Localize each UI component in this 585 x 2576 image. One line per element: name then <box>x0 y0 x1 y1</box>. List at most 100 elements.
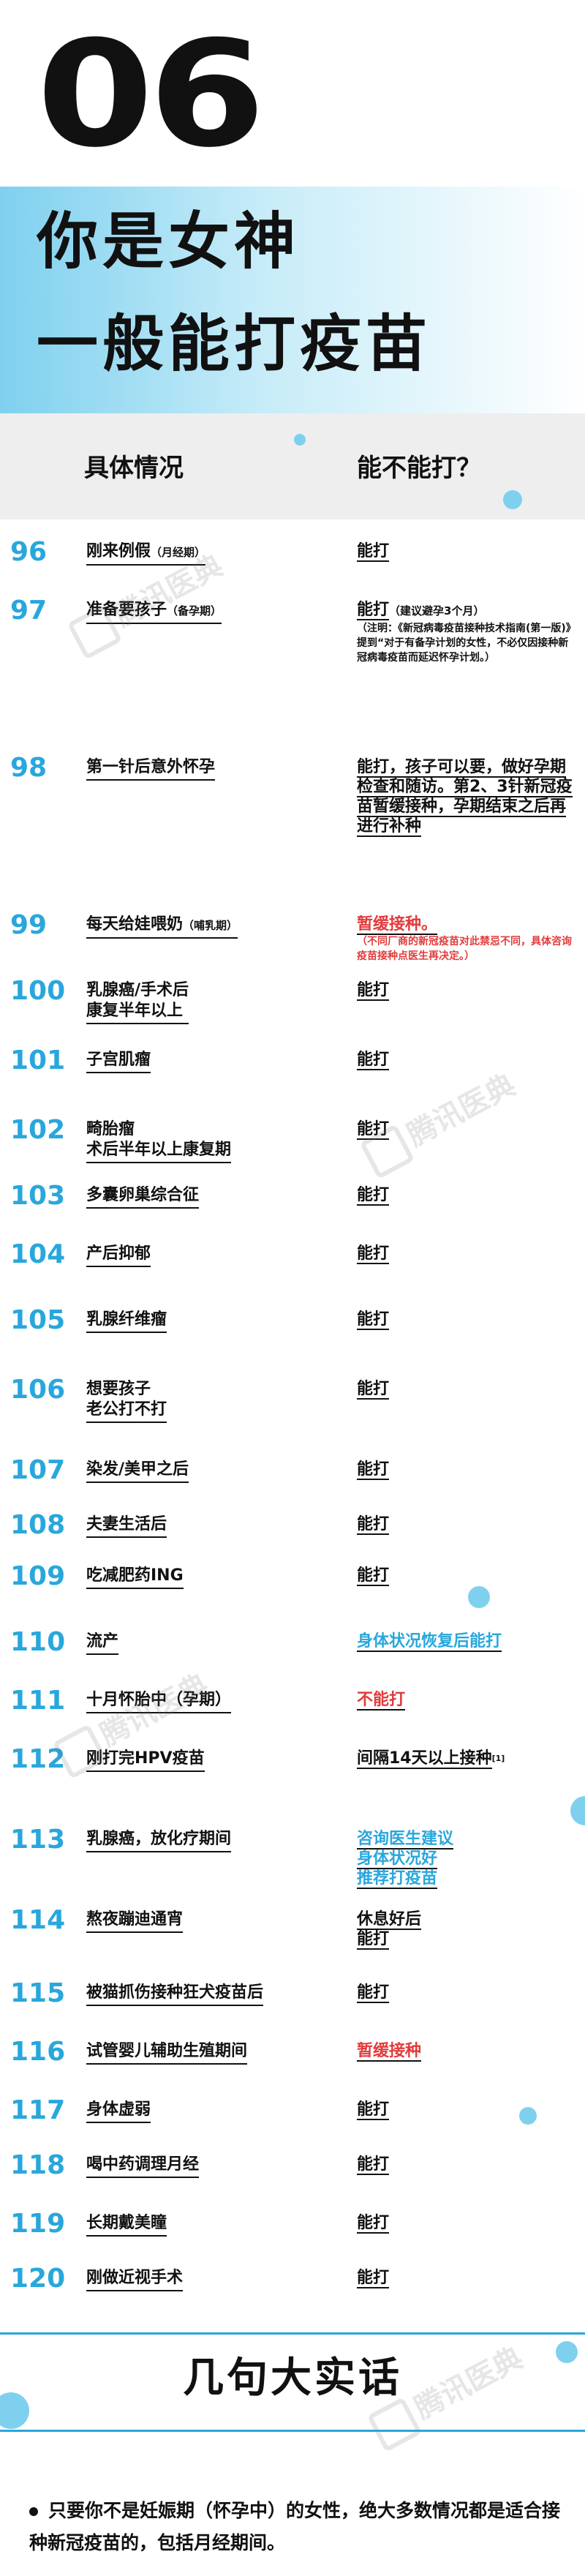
row-number: 104 <box>10 1239 66 1269</box>
answer-text: 间隔14天以上接种 <box>357 1749 492 1769</box>
answer-text: 能打 <box>357 1566 390 1586</box>
condition-text: 熬夜蹦迪通宵 <box>86 1910 184 1929</box>
condition-text: 子宫肌瘤 <box>86 1051 151 1069</box>
row-condition: 被猫抓伤接种狂犬疫苗后 <box>86 1983 264 2006</box>
condition-text: 每天给娃喂奶 <box>86 915 184 934</box>
row-number: 115 <box>10 1978 66 2008</box>
decor-dot <box>294 434 306 446</box>
answer-text: 休息好后 能打 <box>357 1910 422 1950</box>
row-answer: 能打，孩子可以要，做好孕期检查和随访。第2、3针新冠疫苗暂缓接种，孕期结束之后再… <box>357 757 576 837</box>
row-condition: 子宫肌瘤 <box>86 1050 151 1073</box>
row-answer: 能打 <box>357 1050 576 1070</box>
row-condition: 产后抑郁 <box>86 1244 151 1267</box>
row-answer: 能打 <box>357 1244 576 1264</box>
condition-text: 试管婴儿辅助生殖期间 <box>86 2042 248 2060</box>
answer-text: 不能打 <box>357 1691 406 1711</box>
condition-text: 刚来例假 <box>86 542 151 560</box>
row-answer: 暂缓接种 <box>357 2041 576 2062</box>
row-condition: 乳腺癌，放化疗期间 <box>86 1829 232 1852</box>
condition-text: 想要孩子 老公打不打 <box>86 1380 167 1419</box>
row-condition: 熬夜蹦迪通宵 <box>86 1910 184 1933</box>
page-title-line1: 你是女神 <box>37 206 301 277</box>
answer-text: 能打 <box>357 1460 390 1480</box>
row-answer: 能打 <box>357 1514 576 1535</box>
row-answer: 能打（建议避孕3个月） （注明：《新冠病毒疫苗接种技术指南(第一版)》提到“对于有… <box>357 600 576 665</box>
row-number: 101 <box>10 1045 66 1075</box>
answer-text: 能打 <box>357 1983 390 2003</box>
row-answer: 能打 <box>357 1379 576 1400</box>
row-condition: 染发/美甲之后 <box>86 1460 189 1483</box>
row-number: 108 <box>10 1510 66 1540</box>
condition-text: 乳腺癌/手术后 康复半年以上 <box>86 981 189 1020</box>
condition-note: （哺乳期） <box>183 919 238 932</box>
row-number: 103 <box>10 1181 66 1211</box>
row-answer: 身体状况恢复后能打 <box>357 1631 576 1652</box>
answer-text: 暂缓接种。 <box>357 915 438 935</box>
row-condition: 乳腺癌/手术后 康复半年以上 <box>86 980 189 1024</box>
condition-text: 流产 <box>86 1632 119 1651</box>
row-condition: 身体虚弱 <box>86 2100 151 2123</box>
page-title-line2: 一般能打疫苗 <box>37 308 432 380</box>
condition-text: 乳腺癌，放化疗期间 <box>86 1830 232 1848</box>
answer-text: 能打，孩子可以要，做好孕期检查和随访。第2、3针新冠疫苗暂缓接种，孕期结束之后再… <box>357 758 573 837</box>
column-header-condition: 具体情况 <box>84 454 184 483</box>
row-answer: 不能打 <box>357 1690 576 1711</box>
answer-text: 能打 <box>357 1515 390 1535</box>
row-answer: 能打 <box>357 2213 576 2234</box>
decor-dot <box>570 1796 585 1825</box>
decor-dot <box>468 1586 490 1608</box>
row-number: 107 <box>10 1455 66 1485</box>
answer-text: 能打 <box>357 1051 390 1070</box>
answer-text: 能打 <box>357 2155 390 2175</box>
row-number: 114 <box>10 1905 66 1935</box>
answer-text: 能打 <box>357 601 390 620</box>
row-answer: 暂缓接种。 （不同厂商的新冠疫苗对此禁忌不同，具体咨询疫苗接种点医生再决定。） <box>357 915 576 964</box>
row-condition: 第一针后意外怀孕 <box>86 757 216 781</box>
decor-dot <box>503 490 522 509</box>
row-condition: 流产 <box>86 1631 119 1655</box>
footnote-marker: [1] <box>491 1754 505 1763</box>
row-number: 105 <box>10 1305 66 1335</box>
answer-text: 能打 <box>357 2269 390 2288</box>
row-condition: 每天给娃喂奶（哺乳期） <box>86 915 238 939</box>
row-number: 102 <box>10 1115 66 1145</box>
answer-text: 能打 <box>357 2214 390 2234</box>
answer-detail: （不同厂商的新冠疫苗对此禁忌不同，具体咨询疫苗接种点医生再决定。） <box>357 936 572 962</box>
condition-text: 产后抑郁 <box>86 1244 151 1263</box>
condition-text: 夫妻生活后 <box>86 1515 167 1533</box>
answer-text: 能打 <box>357 1380 390 1400</box>
row-number: 98 <box>10 753 48 783</box>
section-number: 06 <box>37 10 265 180</box>
condition-text: 长期戴美瞳 <box>86 2214 167 2232</box>
row-number: 119 <box>10 2209 66 2239</box>
condition-text: 畸胎瘤 术后半年以上康复期 <box>86 1120 232 1159</box>
answer-detail: （注明：《新冠病毒疫苗接种技术指南(第一版)》提到“对于有备孕计划的女性，不必仅… <box>357 623 576 664</box>
row-condition: 喝中药调理月经 <box>86 2155 200 2178</box>
row-answer: 能打 <box>357 541 576 562</box>
answer-text: 能打 <box>357 542 390 562</box>
row-condition: 试管婴儿辅助生殖期间 <box>86 2041 248 2065</box>
row-answer: 咨询医生建议 身体状况好 推荐打疫苗 <box>357 1829 576 1889</box>
condition-text: 被猫抓伤接种狂犬疫苗后 <box>86 1983 264 2002</box>
answer-text: 能打 <box>357 2100 390 2120</box>
row-number: 118 <box>10 2150 66 2180</box>
condition-text: 乳腺纤维瘤 <box>86 1310 167 1329</box>
condition-text: 染发/美甲之后 <box>86 1460 189 1479</box>
condition-text: 多囊卵巢综合征 <box>86 1186 200 1204</box>
row-answer: 能打 <box>357 2268 576 2288</box>
row-condition: 乳腺纤维瘤 <box>86 1310 167 1333</box>
row-number: 116 <box>10 2037 66 2067</box>
row-condition: 刚做近视手术 <box>86 2268 184 2291</box>
condition-text: 吃减肥药ING <box>86 1566 184 1585</box>
row-number: 111 <box>10 1686 66 1716</box>
row-number: 110 <box>10 1627 66 1657</box>
answer-text: 咨询医生建议 身体状况好 推荐打疫苗 <box>357 1830 454 1889</box>
row-answer: 能打 <box>357 1185 576 1206</box>
row-number: 100 <box>10 976 66 1006</box>
decor-dot <box>519 2107 537 2125</box>
row-condition: 想要孩子 老公打不打 <box>86 1379 167 1423</box>
answer-text: 身体状况恢复后能打 <box>357 1632 502 1652</box>
row-answer: 能打 <box>357 1566 576 1586</box>
row-answer: 能打 <box>357 2100 576 2120</box>
row-number: 109 <box>10 1561 66 1591</box>
